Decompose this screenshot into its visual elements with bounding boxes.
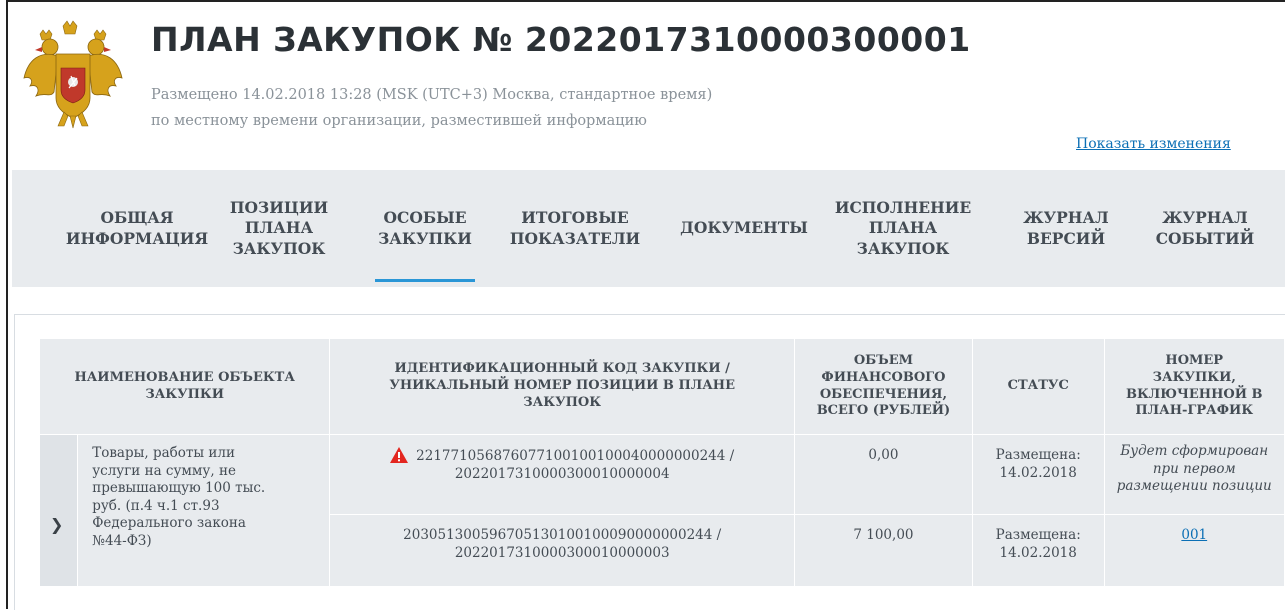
russian-coat-of-arms-icon: [23, 20, 123, 129]
tab-label: ЖУРНАЛ: [1023, 208, 1109, 228]
tab-label: ИТОГОВЫЕ: [521, 208, 629, 228]
schedule-number-cell: Будет сформирован при первом размещении …: [1103, 434, 1285, 515]
purchase-code-cell: 221771056876077100100100040000000244 / 2…: [329, 434, 795, 515]
status-label: Размещена:: [995, 447, 1081, 463]
group-name-line: превышающую 100 тыс.: [92, 480, 266, 497]
tab-label: ЗАКУПОК: [856, 238, 950, 258]
tab-label: ВЕРСИЙ: [1026, 228, 1106, 248]
header-line: НОМЕР: [1165, 352, 1224, 368]
status-cell: Размещена: 14.02.2018: [971, 514, 1105, 587]
header-line: ФИНАНСОВОГО: [821, 369, 946, 385]
tab-special-purchases[interactable]: ОСОБЫЕ ЗАКУПКИ: [375, 170, 475, 287]
tab-label: ЖУРНАЛ: [1162, 208, 1248, 228]
tab-label: ПОЗИЦИИ: [229, 198, 329, 218]
header-object-name: НАИМЕНОВАНИЕ ОБЪЕКТА ЗАКУПКИ: [38, 338, 331, 435]
volume-cell: 0,00: [793, 434, 973, 515]
tab-general-info[interactable]: ОБЩАЯ ИНФОРМАЦИЯ: [66, 170, 208, 287]
window-top-border: [6, 0, 1285, 2]
tab-bar: ОБЩАЯ ИНФОРМАЦИЯ ПОЗИЦИИ ПЛАНА ЗАКУПОК ОСОБ…: [12, 170, 1285, 287]
header-line: ИДЕНТИФИКАЦИОННЫЙ КОД ЗАКУПКИ /: [394, 361, 730, 377]
volume-cell: 7 100,00: [793, 514, 973, 587]
position-number: 2022017310000300010000003: [454, 544, 670, 561]
group-name-line: услуги на сумму, не: [92, 462, 236, 479]
header-line: ЗАКУПКИ: [145, 386, 225, 402]
published-date: Размещено 14.02.2018 13:28 (MSK (UTC+3) …: [151, 87, 713, 103]
header-line: ЗАКУПКИ,: [1152, 369, 1236, 385]
tab-label: ПЛАНА: [244, 218, 314, 238]
pending-note-line: Будет сформирован: [1120, 443, 1269, 459]
row-expander[interactable]: ❯: [38, 434, 79, 587]
group-name-cell: Товары, работы или услуги на сумму, не п…: [77, 434, 331, 587]
tab-versions-log[interactable]: ЖУРНАЛ ВЕРСИЙ: [1016, 170, 1116, 287]
group-name-line: Товары, работы или: [92, 445, 235, 461]
status-date: 14.02.2018: [999, 544, 1077, 561]
tab-label: СОБЫТИЙ: [1155, 228, 1255, 248]
tab-label: ПОКАЗАТЕЛИ: [509, 228, 641, 248]
tab-label: ЗАКУПКИ: [378, 228, 472, 248]
tab-events-log[interactable]: ЖУРНАЛ СОБЫТИЙ: [1150, 170, 1260, 287]
group-name-line: №44-ФЗ): [92, 532, 152, 549]
header-purchase-code: ИДЕНТИФИКАЦИОННЫЙ КОД ЗАКУПКИ / УНИКАЛЬН…: [329, 338, 795, 435]
warning-triangle-icon: [390, 447, 409, 463]
schedule-number-cell: 001: [1103, 514, 1285, 587]
purchase-code: 221771056876077100100100040000000244 /: [416, 448, 735, 464]
schedule-number-link[interactable]: 001: [1181, 527, 1207, 543]
header-schedule-number: НОМЕР ЗАКУПКИ, ВКЛЮЧЕННОЙ В ПЛАН-ГРАФИК: [1103, 338, 1285, 435]
tab-label: ОБЩАЯ: [100, 208, 174, 228]
show-changes-link[interactable]: Показать изменения: [1076, 136, 1231, 152]
header-line: УНИКАЛЬНЫЙ НОМЕР ПОЗИЦИИ В ПЛАНЕ: [389, 378, 735, 394]
tab-label: ИСПОЛНЕНИЕ: [834, 198, 972, 218]
purchase-code-cell: 203051300596705130100100090000000244 / 2…: [329, 514, 795, 587]
header-line: ОБЕСПЕЧЕНИЯ,: [819, 386, 948, 402]
header-line: ЗАКУПОК: [523, 394, 602, 410]
header-line: ПЛАН-ГРАФИК: [1135, 403, 1254, 419]
special-purchases-table: НАИМЕНОВАНИЕ ОБЪЕКТА ЗАКУПКИ ИДЕНТИФИКАЦ…: [38, 338, 1285, 587]
group-name-line: Федерального закона: [92, 515, 246, 532]
header-line: ОБЪЕМ: [853, 352, 914, 368]
group-name-line: руб. (п.4 ч.1 ст.93: [92, 497, 220, 514]
pending-note-line: при первом: [1152, 460, 1236, 477]
header-finance-volume: ОБЪЕМ ФИНАНСОВОГО ОБЕСПЕЧЕНИЯ, ВСЕГО (РУ…: [793, 338, 973, 435]
tab-label: ИНФОРМАЦИЯ: [65, 228, 209, 248]
chevron-down-icon[interactable]: ❯: [50, 515, 63, 536]
status-date: 14.02.2018: [999, 464, 1077, 481]
tab-summary-indicators[interactable]: ИТОГОВЫЕ ПОКАЗАТЕЛИ: [510, 170, 640, 287]
header-line: ВСЕГО (РУБЛЕЙ): [816, 403, 951, 419]
page-title: ПЛАН ЗАКУПОК № 2022017310000300001: [151, 20, 971, 59]
tab-plan-positions[interactable]: ПОЗИЦИИ ПЛАНА ЗАКУПОК: [214, 170, 344, 287]
pending-note-line: размещении позиции: [1116, 478, 1272, 495]
position-number: 2022017310000300010000004: [454, 465, 670, 482]
table-row: ❯ Товары, работы или услуги на сумму, не…: [38, 434, 1285, 587]
header-status: СТАТУС: [971, 338, 1105, 435]
window-left-border: [6, 0, 8, 609]
tab-documents[interactable]: ДОКУМЕНТЫ: [674, 170, 814, 287]
status-cell: Размещена: 14.02.2018: [971, 434, 1105, 515]
published-note: по местному времени организации, размест…: [151, 113, 647, 129]
header-line: НАИМЕНОВАНИЕ ОБЪЕКТА: [74, 369, 295, 385]
tab-plan-execution[interactable]: ИСПОЛНЕНИЕ ПЛАНА ЗАКУПОК: [834, 170, 972, 287]
tab-label: ДОКУМЕНТЫ: [680, 218, 808, 238]
tab-label: ОСОБЫЕ: [383, 208, 467, 228]
status-label: Размещена:: [995, 527, 1081, 543]
tab-label: ПЛАНА: [868, 218, 938, 238]
header-line: ВКЛЮЧЕННОЙ В: [1125, 386, 1263, 402]
tab-label: ЗАКУПОК: [232, 238, 326, 258]
header-line: СТАТУС: [1007, 378, 1069, 394]
purchase-code: 203051300596705130100100090000000244 /: [403, 527, 722, 543]
